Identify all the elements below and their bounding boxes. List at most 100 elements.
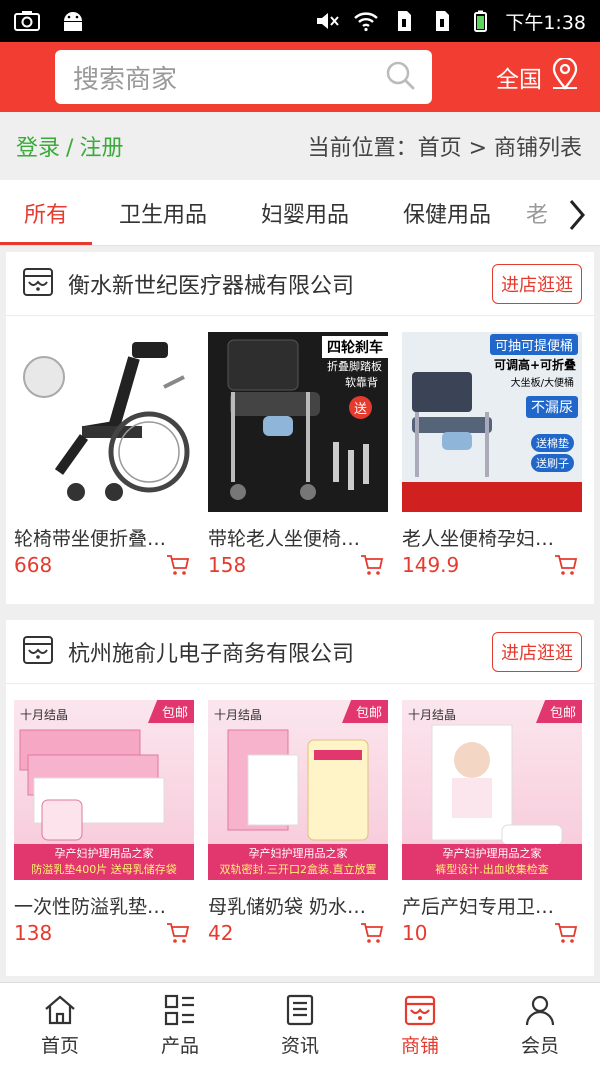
tagline-line-1: 孕产妇护理用品之家 bbox=[442, 847, 542, 860]
status-bar: 下午1:38 bbox=[0, 0, 600, 42]
product-item[interactable]: 可抽可提便桶 可调高+可折叠 大坐板/大便桶 不漏尿 送棉垫 送刷子 老人坐便椅… bbox=[402, 332, 582, 577]
nav-label: 会员 bbox=[520, 1034, 559, 1057]
product-name: 母乳储奶袋 奶水… bbox=[208, 896, 367, 918]
shop-name[interactable]: 杭州施俞儿电子商务有限公司 bbox=[68, 636, 354, 668]
tagline-line-2: 双轨密封.三开口2盒装.直立放置 bbox=[219, 863, 377, 876]
price-row: 42 bbox=[208, 921, 388, 945]
product-image[interactable] bbox=[14, 332, 194, 512]
search-box[interactable]: 搜索商家 bbox=[55, 50, 432, 104]
product-price: 10 bbox=[402, 921, 428, 945]
product-image[interactable]: 十月结晶 包邮 孕产妇护理用品之家 双轨密封.三开口2盒装.直立放置 bbox=[208, 700, 388, 880]
nav-news[interactable]: 资讯 bbox=[240, 983, 360, 1067]
product-image[interactable]: 可抽可提便桶 可调高+可折叠 大坐板/大便桶 不漏尿 送棉垫 送刷子 bbox=[402, 332, 582, 512]
cart-icon[interactable] bbox=[360, 554, 384, 576]
tab-health-care[interactable]: 保健用品 bbox=[376, 180, 518, 245]
cart-icon[interactable] bbox=[554, 554, 578, 576]
breadcrumb: 当前位置：首页 > 商铺列表 bbox=[307, 136, 582, 161]
product-price: 149.9 bbox=[402, 553, 460, 577]
badge-gift-cushion: 送棉垫 bbox=[531, 434, 574, 452]
product-tagline: 孕产妇护理用品之家 防溢乳垫400片 送母乳储存袋 bbox=[14, 844, 194, 880]
sim2-icon bbox=[429, 10, 455, 32]
shop-card: 杭州施俞儿电子商务有限公司 进店逛逛 十月结晶 包邮 孕产妇护理用品之家 防溢乳… bbox=[6, 620, 594, 976]
tagline-line-1: 孕产妇护理用品之家 bbox=[248, 847, 348, 860]
cart-icon[interactable] bbox=[166, 554, 190, 576]
badge-gift-brush: 送刷子 bbox=[531, 454, 574, 472]
badge-four-wheel-brake: 四轮刹车 bbox=[322, 336, 388, 358]
price-row: 158 bbox=[208, 553, 388, 577]
tagline-line-1: 孕产妇护理用品之家 bbox=[54, 847, 154, 860]
price-row: 138 bbox=[14, 921, 194, 945]
tab-hygiene[interactable]: 卫生用品 bbox=[92, 180, 234, 245]
tab-elderly[interactable]: 老 bbox=[518, 180, 568, 245]
shop-card: 衡水新世纪医疗器械有限公司 进店逛逛 轮椅带坐便折叠… 668 四轮刹车 折叠脚… bbox=[6, 252, 594, 604]
badge-large-seat: 大坐板/大便桶 bbox=[510, 378, 574, 389]
visit-shop-button[interactable]: 进店逛逛 bbox=[492, 631, 582, 672]
visit-shop-button[interactable]: 进店逛逛 bbox=[492, 263, 582, 304]
nav-home[interactable]: 首页 bbox=[0, 983, 120, 1067]
android-icon bbox=[60, 10, 86, 32]
status-time: 下午1:38 bbox=[505, 11, 586, 34]
product-item[interactable]: 十月结晶 包邮 孕产妇护理用品之家 防溢乳垫400片 送母乳储存袋 一次性防溢乳… bbox=[14, 700, 194, 945]
badge-adjustable-folding: 可调高+可折叠 bbox=[493, 358, 576, 372]
product-item[interactable]: 十月结晶 包邮 孕产妇护理用品之家 双轨密封.三开口2盒装.直立放置 母乳储奶袋… bbox=[208, 700, 388, 945]
product-image[interactable]: 四轮刹车 折叠脚踏板 软靠背 送 bbox=[208, 332, 388, 512]
category-tabs: 所有 卫生用品 妇婴用品 保健用品 老 bbox=[0, 180, 600, 246]
brand-label: 十月结晶 bbox=[20, 708, 69, 722]
tab-maternal-infant[interactable]: 妇婴用品 bbox=[234, 180, 376, 245]
location-pin-icon bbox=[550, 56, 580, 96]
search-input[interactable]: 搜索商家 bbox=[73, 59, 384, 96]
brand-label: 十月结晶 bbox=[214, 708, 263, 722]
nav-shops[interactable]: 商铺 bbox=[360, 983, 480, 1067]
login-separator: / bbox=[66, 136, 74, 161]
price-row: 149.9 bbox=[402, 553, 582, 577]
nav-label: 资讯 bbox=[280, 1034, 319, 1057]
search-icon[interactable] bbox=[384, 59, 416, 95]
product-list: 轮椅带坐便折叠… 668 四轮刹车 折叠脚踏板 软靠背 送 带轮老人坐便椅… 1… bbox=[6, 316, 594, 577]
cart-icon[interactable] bbox=[554, 922, 578, 944]
mute-icon bbox=[315, 10, 341, 32]
brand-label: 十月结晶 bbox=[408, 708, 457, 722]
tagline-line-2: 裤型设计.出血收集检查 bbox=[435, 863, 549, 876]
badge-soft-back: 软靠背 bbox=[345, 376, 378, 389]
product-image[interactable]: 十月结晶 包邮 孕产妇护理用品之家 裤型设计.出血收集检查 bbox=[402, 700, 582, 880]
nav-label: 产品 bbox=[160, 1034, 199, 1057]
login-link[interactable]: 登录 bbox=[16, 136, 60, 161]
bottom-nav: 首页 产品 资讯 商铺 会员 bbox=[0, 982, 600, 1067]
chevron-right-icon[interactable] bbox=[566, 198, 588, 232]
shop-header: 衡水新世纪医疗器械有限公司 进店逛逛 bbox=[6, 252, 594, 316]
register-link[interactable]: 注册 bbox=[79, 136, 123, 161]
product-name: 轮椅带坐便折叠… bbox=[14, 528, 167, 550]
home-icon bbox=[45, 995, 75, 1024]
tab-all[interactable]: 所有 bbox=[0, 180, 92, 245]
badge-gift: 送 bbox=[348, 396, 372, 419]
news-icon bbox=[286, 994, 314, 1025]
region-selector[interactable]: 全国 bbox=[496, 56, 580, 96]
product-image[interactable]: 十月结晶 包邮 孕产妇护理用品之家 防溢乳垫400片 送母乳储存袋 bbox=[14, 700, 194, 880]
badge-no-leak: 不漏尿 bbox=[526, 396, 578, 418]
nav-products[interactable]: 产品 bbox=[120, 983, 240, 1067]
product-item[interactable]: 四轮刹车 折叠脚踏板 软靠背 送 带轮老人坐便椅… 158 bbox=[208, 332, 388, 577]
top-header: 搜索商家 全国 bbox=[0, 42, 600, 112]
product-price: 158 bbox=[208, 553, 247, 577]
battery-icon bbox=[467, 10, 493, 32]
product-name: 老人坐便椅孕妇… bbox=[402, 528, 555, 550]
store-icon bbox=[404, 995, 436, 1025]
tagline-line-2: 防溢乳垫400片 送母乳储存袋 bbox=[31, 863, 177, 876]
product-item[interactable]: 十月结晶 包邮 孕产妇护理用品之家 裤型设计.出血收集检查 产后产妇专用卫… 1… bbox=[402, 700, 582, 945]
product-list: 十月结晶 包邮 孕产妇护理用品之家 防溢乳垫400片 送母乳储存袋 一次性防溢乳… bbox=[6, 684, 594, 945]
product-tagline: 孕产妇护理用品之家 双轨密封.三开口2盒装.直立放置 bbox=[208, 844, 388, 880]
shop-name[interactable]: 衡水新世纪医疗器械有限公司 bbox=[68, 268, 354, 300]
sim1-icon bbox=[391, 10, 417, 32]
nav-label: 商铺 bbox=[400, 1034, 439, 1057]
store-icon bbox=[22, 266, 54, 302]
cart-icon[interactable] bbox=[166, 922, 190, 944]
nav-member[interactable]: 会员 bbox=[480, 983, 600, 1067]
login-register: 登录 / 注册 bbox=[16, 130, 123, 162]
cart-icon[interactable] bbox=[360, 922, 384, 944]
product-item[interactable]: 轮椅带坐便折叠… 668 bbox=[14, 332, 194, 577]
product-price: 668 bbox=[14, 553, 53, 577]
product-price: 138 bbox=[14, 921, 53, 945]
camera-icon bbox=[14, 10, 40, 32]
product-name: 带轮老人坐便椅… bbox=[208, 528, 361, 550]
product-name: 产后产妇专用卫… bbox=[402, 896, 555, 918]
